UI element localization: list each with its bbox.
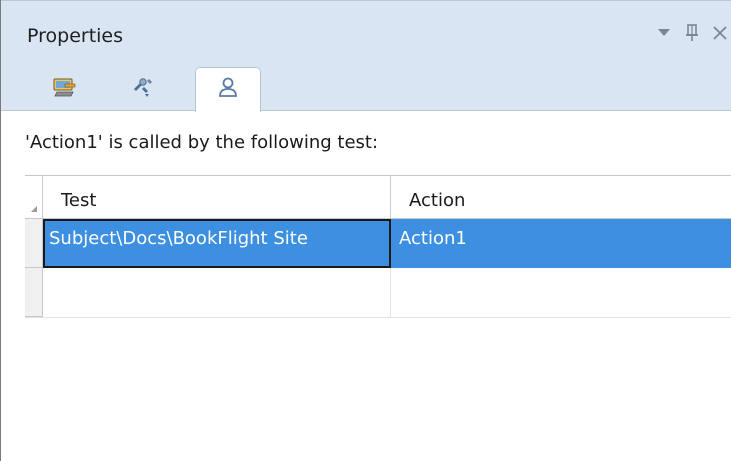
tab-used-by[interactable] — [195, 67, 261, 112]
parameters-icon — [130, 75, 156, 103]
tab-general[interactable] — [31, 67, 97, 111]
tab-strip — [1, 57, 731, 112]
row-header[interactable] — [25, 219, 43, 268]
row-header[interactable] — [25, 268, 43, 317]
cell-test[interactable] — [43, 268, 391, 317]
dropdown-icon[interactable] — [656, 23, 672, 43]
used-by-caption: 'Action1' is called by the following tes… — [25, 132, 379, 153]
cell-action[interactable]: Action1 — [391, 219, 731, 268]
column-header-action[interactable]: Action — [391, 176, 731, 219]
properties-monitor-icon — [51, 75, 77, 103]
grid-corner[interactable] — [25, 176, 43, 219]
table-row[interactable] — [25, 268, 731, 318]
pin-icon[interactable] — [684, 23, 700, 43]
panel-controls — [656, 21, 728, 45]
user-icon — [217, 76, 239, 104]
corner-triangle-icon — [31, 206, 37, 212]
close-icon[interactable] — [712, 23, 728, 43]
table-row[interactable]: Subject\Docs\BookFlight Site Action1 — [25, 219, 731, 268]
grid-header: Test Action — [25, 175, 731, 219]
panel-title: Properties — [27, 25, 124, 47]
column-header-test[interactable]: Test — [43, 176, 391, 219]
properties-panel: Properties 'Action1' is called by the fo… — [0, 0, 731, 461]
cell-test[interactable]: Subject\Docs\BookFlight Site — [43, 219, 391, 268]
panel-title-bar: Properties — [1, 0, 731, 57]
tab-parameters[interactable] — [110, 67, 176, 111]
cell-action[interactable] — [391, 268, 731, 317]
